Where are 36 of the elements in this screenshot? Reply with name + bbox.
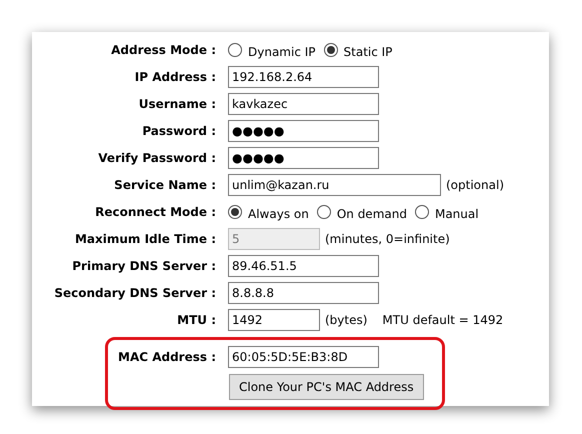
radio-button[interactable]: [414, 204, 429, 218]
text-field[interactable]: kavkazec: [228, 92, 379, 114]
field-label: Reconnect Mode :: [94, 204, 216, 220]
field-label: Secondary DNS Server :: [53, 284, 216, 302]
hint-text: (minutes, 0=infinite): [325, 230, 450, 248]
radio-button[interactable]: [324, 42, 338, 56]
text-field[interactable]: ●●●●●: [228, 146, 379, 168]
radio-label: Dynamic IP: [248, 44, 316, 60]
field-label: Maximum Idle Time :: [74, 230, 216, 248]
radio-button[interactable]: [316, 204, 331, 218]
radio-label: Static IP: [344, 44, 392, 60]
field-label: MTU :: [176, 312, 216, 328]
field-label: Primary DNS Server :: [71, 258, 216, 274]
hint-text: (bytes): [325, 312, 368, 328]
hint-text: MTU default = 1492: [382, 312, 504, 328]
radio-label: On demand: [336, 206, 407, 222]
radio-label: Always on: [248, 206, 309, 222]
text-field[interactable]: 192.168.2.64: [228, 66, 379, 88]
radio-label: Manual: [434, 206, 479, 222]
field-label: Verify Password :: [97, 150, 216, 166]
radio-button[interactable]: [228, 204, 242, 218]
field-label: Username :: [138, 96, 216, 112]
field-label: Service Name :: [113, 176, 216, 194]
field-label: MAC Address :: [117, 349, 216, 366]
clone-mac-button[interactable]: Clone Your PC's MAC Address: [229, 374, 424, 400]
radio-button[interactable]: [228, 42, 242, 56]
text-field[interactable]: 89.46.51.5: [228, 254, 379, 276]
text-field[interactable]: 1492: [228, 308, 320, 330]
field-label: Password :: [141, 122, 216, 140]
field-label: IP Address :: [134, 68, 216, 86]
text-field[interactable]: 60:05:5D:5E:B3:8D: [228, 346, 379, 368]
text-field[interactable]: unlim@kazan.ru: [228, 174, 441, 196]
hint-text: (optional): [446, 176, 504, 194]
text-field[interactable]: ●●●●●: [228, 120, 379, 142]
field-label: Address Mode :: [110, 42, 216, 58]
text-field[interactable]: 8.8.8.8: [228, 282, 379, 304]
